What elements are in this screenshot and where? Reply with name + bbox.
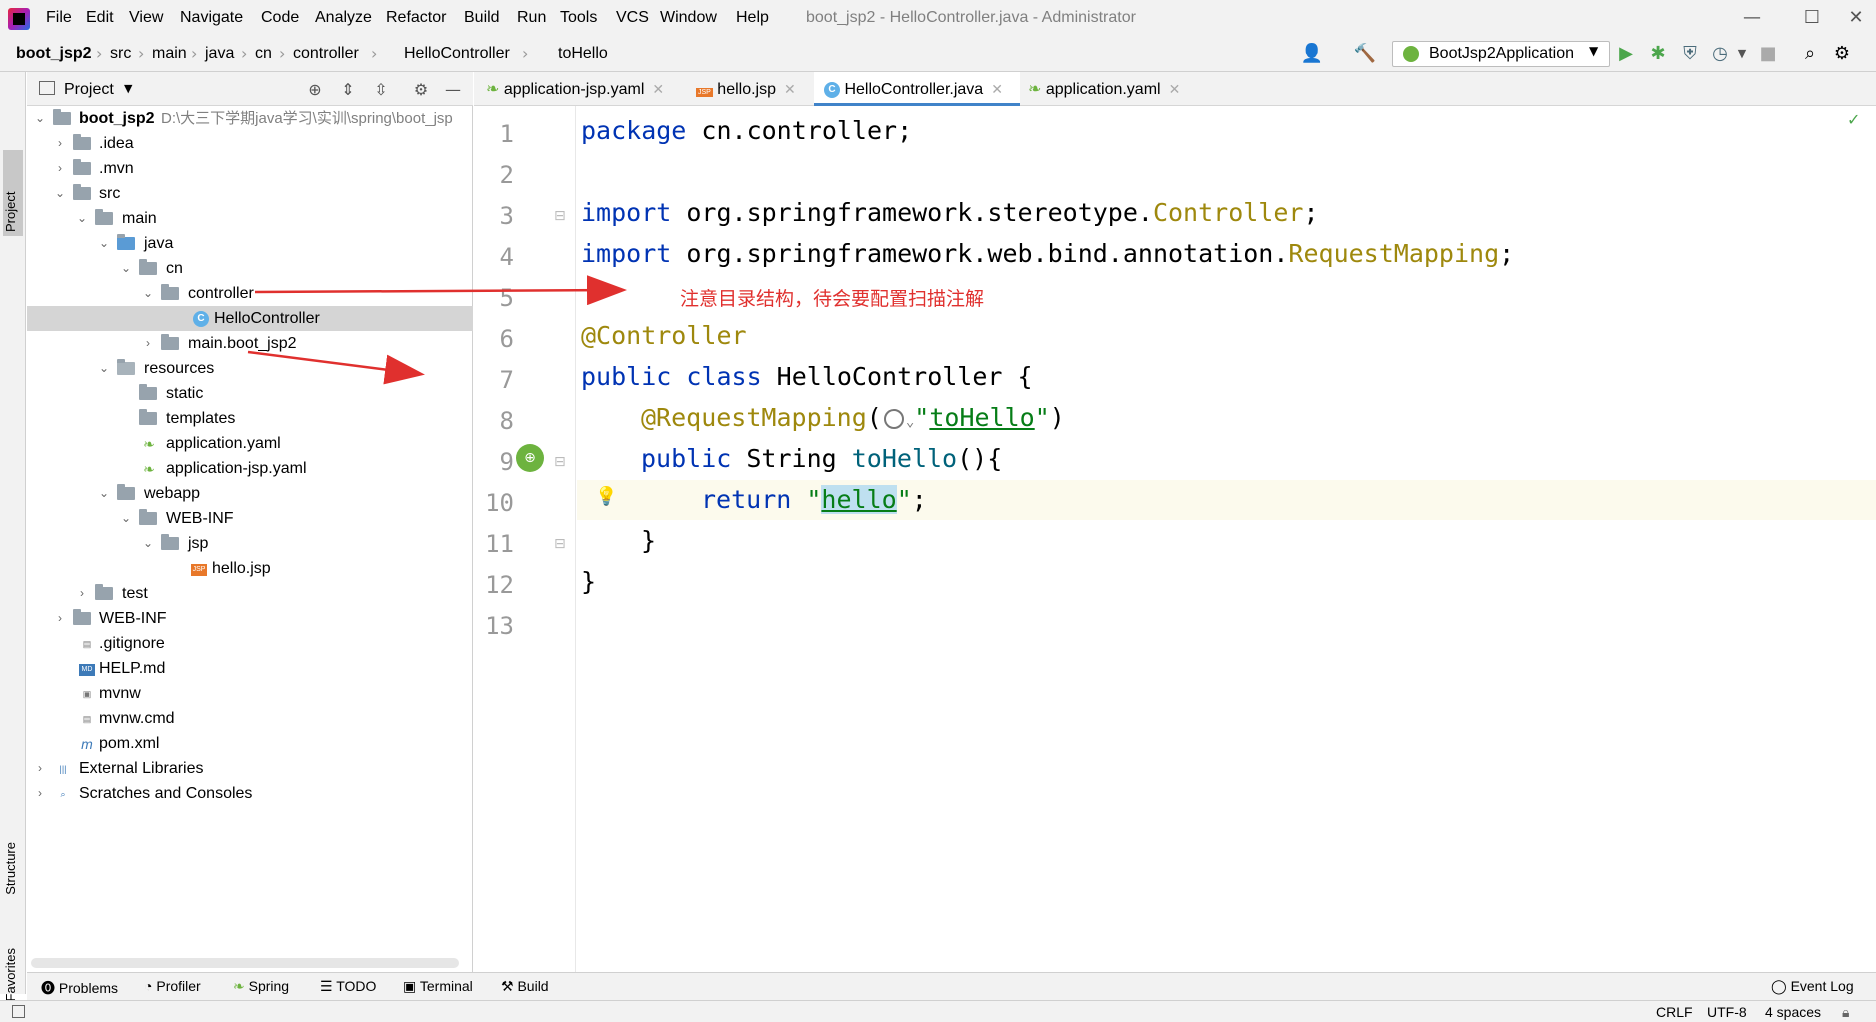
hammer-icon: ⚒	[501, 978, 518, 994]
terminal-icon: ▣	[403, 978, 420, 994]
todo-icon: ☰	[320, 978, 337, 994]
tool-label: Terminal	[419, 978, 473, 994]
tool-label: Event Log	[1790, 978, 1854, 994]
spring-button[interactable]: ❧ Spring	[233, 978, 289, 995]
tool-label: Problems	[58, 980, 119, 996]
file-encoding[interactable]: UTF-8	[1707, 1004, 1747, 1020]
profiler-button[interactable]: ◔ Profiler	[144, 978, 201, 994]
tool-label: Build	[517, 978, 549, 994]
spring-icon: ❧	[233, 978, 249, 994]
problems-icon: ⓿	[41, 980, 59, 996]
annotation-arrows	[247, 275, 627, 385]
arrow-from-main-package	[247, 350, 425, 385]
profiler-icon: ◔	[144, 978, 157, 994]
tool-label: TODO	[336, 978, 377, 994]
tool-window-strip: ⓿ Problems ◔ Profiler ❧ Spring ☰ TODO ▣ …	[27, 972, 1876, 1000]
terminal-button[interactable]: ▣ Terminal	[403, 978, 473, 995]
toggle-tool-windows-icon[interactable]	[12, 1005, 25, 1018]
lock-icon[interactable]: 🔒︎	[1842, 1004, 1849, 1021]
line-separator[interactable]: CRLF	[1656, 1004, 1693, 1020]
indent-setting[interactable]: 4 spaces	[1765, 1004, 1821, 1020]
tool-label: Spring	[248, 978, 290, 994]
problems-button[interactable]: ⓿ Problems	[41, 978, 118, 998]
event-log-button[interactable]: ◯ Event Log	[1771, 978, 1854, 995]
status-bar: CRLF UTF-8 4 spaces 🔒︎	[0, 1000, 1876, 1022]
arrow-to-note	[254, 275, 627, 306]
event-log-icon: ◯	[1771, 978, 1791, 994]
build-button[interactable]: ⚒ Build	[501, 978, 549, 995]
todo-button[interactable]: ☰ TODO	[320, 978, 376, 995]
tool-label: Profiler	[156, 978, 201, 994]
